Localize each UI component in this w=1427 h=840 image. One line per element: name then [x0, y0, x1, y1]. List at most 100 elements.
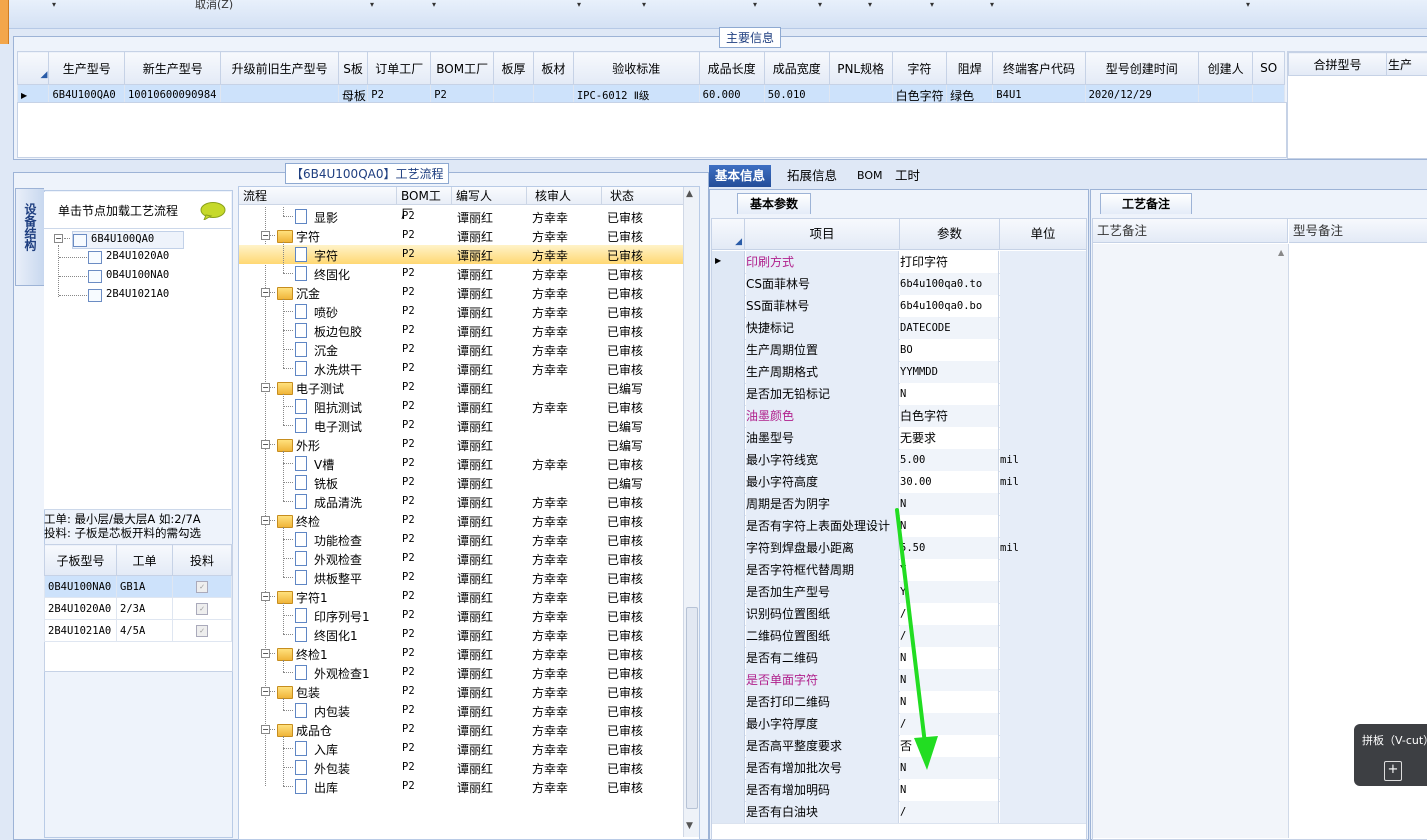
column-header[interactable]: 核审人 [527, 187, 602, 205]
column-header[interactable]: 型号备注 [1289, 219, 1427, 243]
row-indicator[interactable] [712, 339, 745, 361]
tree-node-child[interactable]: 2B4U1020A0 [88, 249, 198, 265]
process-row[interactable]: 内包装P2谭丽红方幸幸已审核 [239, 701, 684, 720]
param-value-field[interactable]: 无要求 [900, 427, 999, 449]
merge-column-header[interactable]: 生产 [1387, 53, 1427, 76]
row-indicator[interactable] [712, 493, 745, 515]
column-header[interactable]: 板厚 [494, 52, 534, 85]
column-header[interactable]: 阻焊 [947, 52, 993, 85]
row-indicator[interactable] [712, 317, 745, 339]
column-header[interactable]: S板 [338, 52, 367, 85]
param-value-field[interactable]: 5.00 [900, 449, 999, 471]
row-indicator[interactable] [712, 405, 745, 427]
dropdown-arrow-icon[interactable]: ▾ [642, 0, 652, 8]
param-row[interactable]: 最小字符线宽5.00mil [712, 449, 1086, 472]
tab-basic-info[interactable]: 基本信息 [709, 165, 771, 187]
param-row[interactable]: CS面菲林号6b4u100qa0.to [712, 273, 1086, 296]
row-indicator[interactable] [712, 603, 745, 625]
column-header[interactable]: 创建人 [1198, 52, 1253, 85]
column-header[interactable]: 工艺备注 [1093, 219, 1288, 243]
process-row[interactable]: 喷砂P2谭丽红方幸幸已审核 [239, 302, 684, 321]
tab-bom[interactable]: BOM [851, 165, 889, 187]
row-indicator[interactable] [712, 427, 745, 449]
column-header[interactable]: 验收标准 [573, 52, 699, 85]
row-indicator[interactable] [712, 537, 745, 559]
cancel-button[interactable]: 取消(Z) [195, 0, 233, 12]
table-row[interactable]: 2B4U1020A0 2/3A ✓ [45, 598, 232, 620]
param-value-field[interactable]: N [900, 383, 999, 405]
row-indicator[interactable] [712, 295, 745, 317]
row-indicator[interactable] [712, 449, 745, 471]
param-value-field[interactable]: 白色字符 [900, 405, 999, 427]
order-cell[interactable]: 4/5A [117, 620, 173, 642]
dropdown-arrow-icon[interactable]: ▾ [432, 0, 442, 8]
scrollbar-thumb[interactable] [686, 607, 698, 809]
collapse-toggle-icon[interactable]: − [54, 234, 63, 243]
process-row[interactable]: 外包装P2谭丽红方幸幸已审核 [239, 758, 684, 777]
scroll-up-icon[interactable]: ▲ [1278, 248, 1284, 257]
column-header[interactable]: PNL规格 [829, 52, 892, 85]
row-indicator[interactable] [712, 273, 745, 295]
row-indicator[interactable] [712, 647, 745, 669]
param-value-field[interactable]: 30.00 [900, 471, 999, 493]
row-indicator[interactable] [712, 691, 745, 713]
order-cell[interactable]: 2/3A [117, 598, 173, 620]
param-row[interactable]: 是否有增加明码N [712, 779, 1086, 802]
process-row[interactable]: 功能检查P2谭丽红方幸幸已审核 [239, 530, 684, 549]
speech-bubble-icon[interactable] [200, 202, 226, 220]
row-indicator[interactable]: ▶ [712, 251, 745, 273]
table-row[interactable]: 2B4U1021A0 4/5A ✓ [45, 620, 232, 642]
column-header[interactable]: 升级前旧生产型号 [221, 52, 338, 85]
dropdown-arrow-icon[interactable]: ▾ [818, 0, 828, 8]
corner-header[interactable]: ◢ [18, 52, 49, 85]
vcut-popup[interactable]: 拼板（V-cut） + [1354, 724, 1427, 786]
column-header[interactable]: 生产型号 [49, 52, 125, 85]
row-indicator[interactable] [712, 581, 745, 603]
param-row[interactable]: 生产周期格式YYMMDD [712, 361, 1086, 384]
tab-work-hours[interactable]: 工时 [889, 165, 926, 187]
process-row[interactable]: 铣板P2谭丽红已编写 [239, 473, 684, 492]
row-indicator[interactable] [712, 361, 745, 383]
dropdown-arrow-icon[interactable]: ▾ [868, 0, 878, 8]
row-indicator[interactable] [712, 471, 745, 493]
tab-basic-params[interactable]: 基本参数 [737, 193, 811, 214]
param-value-field[interactable]: N [900, 779, 999, 801]
dropdown-arrow-icon[interactable]: ▾ [753, 0, 763, 8]
param-row[interactable]: 是否有白油块/ [712, 801, 1086, 824]
dropdown-arrow-icon[interactable]: ▾ [370, 0, 380, 8]
row-indicator[interactable] [712, 779, 745, 801]
process-row[interactable]: 外观检查1P2谭丽红方幸幸已审核 [239, 663, 684, 682]
feed-checkbox[interactable]: ✓ [196, 625, 208, 637]
process-row[interactable]: 终固化1P2谭丽红方幸幸已审核 [239, 625, 684, 644]
param-row[interactable]: 快捷标记DATECODE [712, 317, 1086, 340]
process-row[interactable]: 字符P2谭丽红方幸幸已审核 [239, 245, 684, 264]
process-row[interactable]: 终固化P2谭丽红方幸幸已审核 [239, 264, 684, 283]
process-row[interactable]: 外形P2谭丽红已编写 [239, 435, 684, 454]
column-header[interactable]: 终端客户代码 [993, 52, 1085, 85]
dropdown-arrow-icon[interactable]: ▾ [990, 0, 1000, 8]
row-indicator[interactable] [712, 383, 745, 405]
tree-node-root[interactable]: 6B4U100QA0 [72, 231, 184, 249]
column-header[interactable]: 成品长度 [699, 52, 764, 85]
vertical-scrollbar[interactable]: ▲ [1276, 244, 1288, 838]
scroll-up-icon[interactable]: ▲ [686, 189, 693, 199]
column-header[interactable]: 订单工厂 [368, 52, 431, 85]
row-indicator[interactable] [712, 757, 745, 779]
column-header[interactable]: 成品宽度 [764, 52, 829, 85]
column-header[interactable]: 项目 [745, 219, 900, 250]
param-value-field[interactable]: BO [900, 339, 999, 361]
column-header[interactable]: 工单 [117, 545, 173, 576]
process-notes-area[interactable] [1093, 244, 1289, 838]
param-row[interactable]: 油墨型号无要求 [712, 427, 1086, 450]
param-value-field[interactable]: 6b4u100qa0.bo [900, 295, 999, 317]
process-row[interactable]: 印序列号1P2谭丽红方幸幸已审核 [239, 606, 684, 625]
process-row[interactable]: 成品仓P2谭丽红方幸幸已审核 [239, 720, 684, 739]
process-row[interactable]: 电子测试P2谭丽红已编写 [239, 416, 684, 435]
tab-extended-info[interactable]: 拓展信息 [781, 165, 843, 187]
column-header[interactable]: 状态 [602, 187, 684, 205]
process-row[interactable]: 成品清洗P2谭丽红方幸幸已审核 [239, 492, 684, 511]
feed-checkbox[interactable]: ✓ [196, 603, 208, 615]
tree-node-child[interactable]: 0B4U100NA0 [88, 268, 198, 284]
tab-process-notes[interactable]: 工艺备注 [1100, 193, 1192, 214]
scroll-down-icon[interactable]: ▼ [686, 821, 693, 831]
